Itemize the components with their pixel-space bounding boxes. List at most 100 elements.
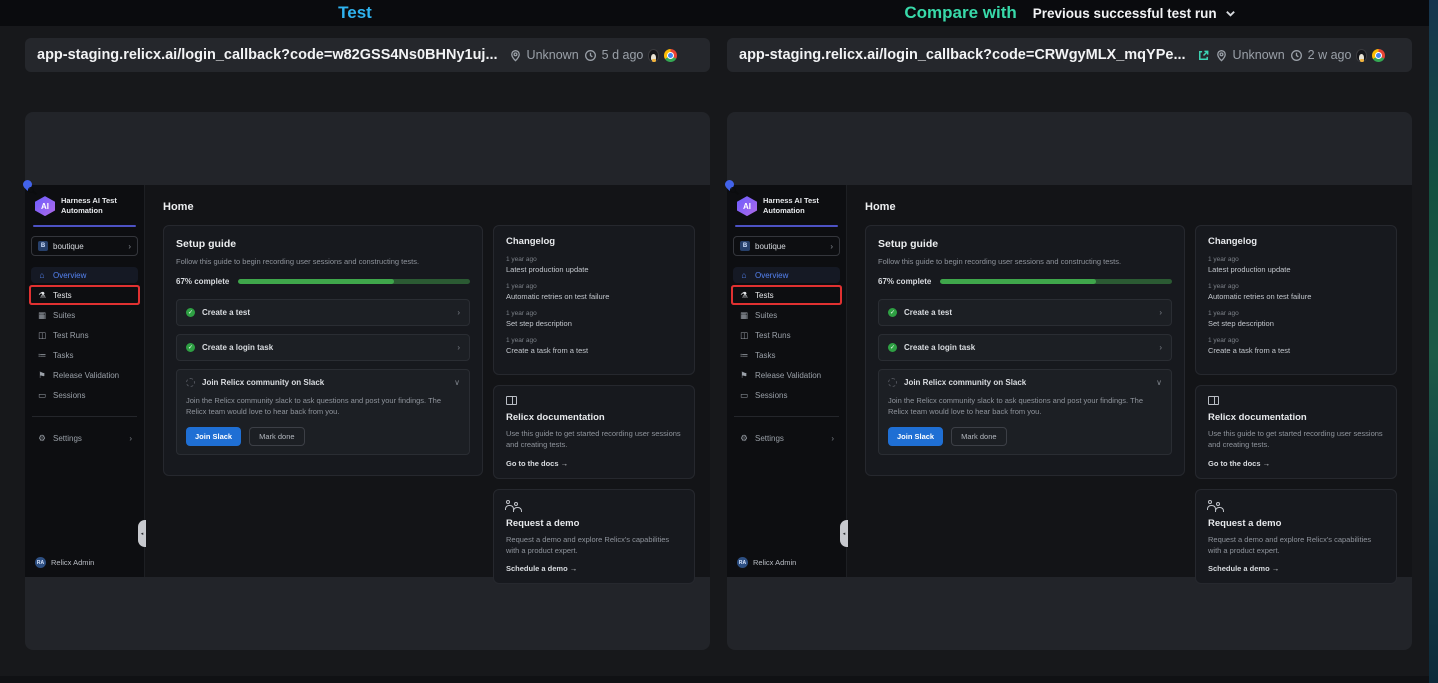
columns-icon: ◫ [739,330,749,341]
setup-progress-fill [940,279,1095,284]
demo-description: Request a demo and explore Relicx's capa… [506,534,682,557]
changelog-entry: 1 year ago Automatic retries on test fai… [1208,283,1384,301]
location-pin-icon [509,49,522,62]
go-to-docs-link: Go to the docs → [506,459,682,468]
changelog-text: Set step description [506,319,682,328]
sidebar-item-suites: ▦ Suites [31,307,138,323]
changelog-card: Changelog 1 year ago Latest production u… [493,225,695,375]
documentation-description: Use this guide to get started recording … [506,428,682,451]
compare-run-dropdown[interactable]: Previous successful test run [1033,6,1236,21]
progress-label: 67% complete [176,277,229,286]
brand-line1: Harness AI Test [763,196,819,206]
test-url: app-staging.relicx.ai/login_callback?cod… [37,47,498,63]
changelog-entry: 1 year ago Set step description [506,310,682,328]
sidebar-collapse-handle: ◂ [138,520,146,547]
unchecked-circle-icon [888,378,897,387]
changelog-text: Create a task from a test [1208,346,1384,355]
test-location: Unknown [527,48,579,62]
project-name: boutique [755,242,786,251]
app-sidebar: AI Harness AI Test Automation B boutique… [727,185,847,577]
changelog-entry: 1 year ago Create a task from a test [1208,337,1384,355]
project-selector: B boutique › [733,236,840,256]
user-account-row: RA Relicx Admin [737,557,796,568]
sidebar-item-label: Release Validation [755,371,821,380]
mark-done-button: Mark done [951,427,1006,446]
sidebar-item-label: Settings [53,434,82,443]
chevron-right-icon: › [129,434,132,443]
sidebar-item-label: Tasks [755,351,775,360]
setup-step-create-test: ✓ Create a test › [878,299,1172,326]
changelog-text: Latest production update [1208,265,1384,274]
changelog-time: 1 year ago [506,337,682,344]
check-circle-icon: ✓ [186,343,195,352]
step-label: Join Relicx community on Slack [202,378,324,387]
sidebar-item-release-validation: ⚑ Release Validation [31,367,138,383]
step-label: Create a login task [202,343,273,352]
grid-icon: ▦ [37,310,47,321]
external-link-icon[interactable] [1197,49,1210,62]
changelog-text: Latest production update [506,265,682,274]
sidebar-item-label: Settings [755,434,784,443]
sidebar-item-settings: ⚙ Settings › [733,430,840,446]
sidebar-item-tests: ⚗ Tests [733,287,840,303]
sidebar-item-sessions: ▭ Sessions [733,387,840,403]
sidebar-item-overview: ⌂ Overview [733,267,840,283]
sidebar-item-tests: ⚗ Tests [31,287,138,303]
setup-guide-title: Setup guide [878,238,1172,250]
setup-step-create-login-task: ✓ Create a login task › [176,334,470,361]
compare-url: app-staging.relicx.ai/login_callback?cod… [739,47,1186,63]
chevron-right-icon: › [128,242,131,251]
flask-icon: ⚗ [37,290,47,301]
screenshot: AI Harness AI Test Automation B boutique… [727,185,1412,577]
chevron-right-icon: › [457,343,460,352]
changelog-time: 1 year ago [1208,310,1384,317]
bottom-edge [0,676,1429,683]
compare-run-selected-value: Previous successful test run [1033,6,1217,21]
setup-step-join-slack: Join Relicx community on Slack ∨ Join th… [878,369,1172,455]
linux-tux-icon [648,49,659,62]
magnifier-cursor-icon [28,187,34,193]
brand-divider [33,225,136,227]
brand-row: AI Harness AI Test Automation [31,193,138,224]
test-url-bar[interactable]: app-staging.relicx.ai/login_callback?cod… [25,38,710,72]
user-account-row: RA Relicx Admin [35,557,94,568]
changelog-title: Changelog [506,236,682,247]
page-title: Home [847,185,1412,213]
clock-icon [1290,49,1303,62]
brand-line1: Harness AI Test [61,196,117,206]
flask-icon: ⚗ [739,290,749,301]
setup-step-create-login-task: ✓ Create a login task › [878,334,1172,361]
test-age: 5 d ago [602,48,644,62]
people-icon [1208,500,1384,510]
chevron-right-icon: › [1159,343,1162,352]
gear-icon: ⚙ [739,433,749,444]
check-circle-icon: ✓ [888,308,897,317]
join-slack-button: Join Slack [186,427,241,446]
step-description: Join the Relicx community slack to ask q… [888,395,1162,418]
changelog-time: 1 year ago [1208,337,1384,344]
avatar: RA [35,557,46,568]
sidebar-separator [734,416,839,417]
project-badge: B [38,241,48,251]
user-name: Relicx Admin [753,558,796,567]
screenshot: AI Harness AI Test Automation B boutique… [25,185,710,577]
documentation-description: Use this guide to get started recording … [1208,428,1384,451]
compare-age: 2 w ago [1308,48,1352,62]
people-icon [506,500,682,510]
changelog-card: Changelog 1 year ago Latest production u… [1195,225,1397,375]
chrome-browser-icon [1372,49,1385,62]
unchecked-circle-icon [186,378,195,387]
changelog-entry: 1 year ago Create a task from a test [506,337,682,355]
compare-url-bar[interactable]: app-staging.relicx.ai/login_callback?cod… [727,38,1412,72]
changelog-entry: 1 year ago Automatic retries on test fai… [506,283,682,301]
setup-progress-bar [940,279,1172,284]
grid-icon: ▦ [739,310,749,321]
chevron-down-icon: ∨ [1156,378,1162,387]
setup-guide-description: Follow this guide to begin recording use… [878,257,1172,266]
documentation-card: Relicx documentation Use this guide to g… [1195,385,1397,479]
compare-with-title: Compare with [904,3,1016,23]
request-demo-card: Request a demo Request a demo and explor… [493,489,695,585]
magnifier-cursor-icon [730,187,736,193]
changelog-text: Automatic retries on test failure [506,292,682,301]
step-label: Create a login task [904,343,975,352]
